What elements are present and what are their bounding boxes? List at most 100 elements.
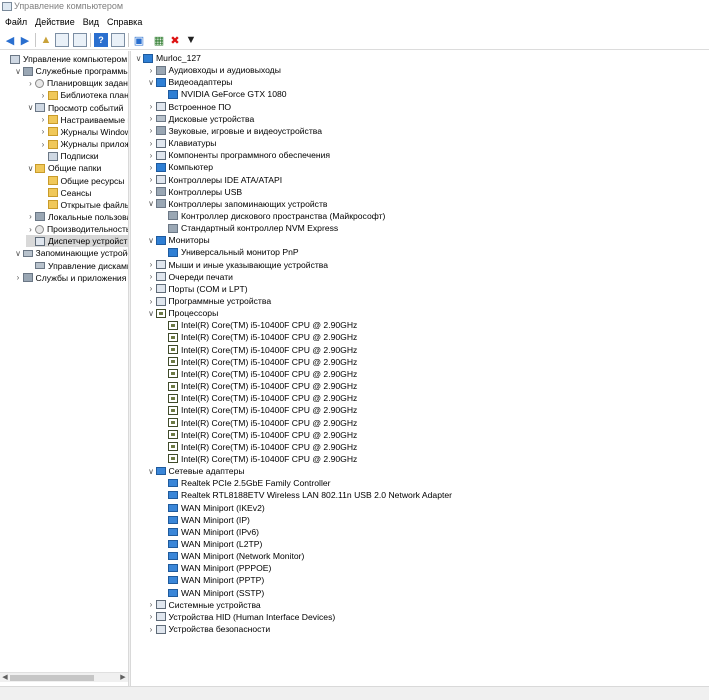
device-tree-item-row[interactable]: Intel(R) Core(TM) i5-10400F CPU @ 2.90GH… — [159, 429, 357, 441]
collapse-chevron-icon[interactable]: ∨ — [26, 162, 35, 174]
monitor-icon[interactable]: ▣ — [132, 33, 146, 47]
console-tree-item-row[interactable]: › Журналы Windows — [39, 126, 128, 138]
collapse-chevron-icon[interactable]: ∨ — [26, 102, 35, 114]
device-tree-item-row[interactable]: WAN Miniport (PPPOE) — [159, 562, 271, 574]
console-tree-item-row[interactable]: › Журналы приложе — [39, 138, 128, 150]
scroll-left-icon[interactable]: ◀ — [1, 673, 9, 683]
show-hide-icon[interactable] — [111, 33, 125, 47]
collapse-chevron-icon[interactable]: ∨ — [147, 198, 156, 210]
device-tree-item-row[interactable]: › Мыши и иные указывающие устройства — [147, 259, 328, 271]
console-tree-item-row[interactable]: ∨ Общие папки — [26, 162, 102, 174]
device-tree-item-row[interactable]: › Встроенное ПО — [147, 101, 231, 113]
console-tree-icon[interactable] — [55, 33, 69, 47]
console-tree-item-row[interactable]: Управление дисками — [26, 260, 128, 272]
expand-chevron-icon[interactable]: › — [147, 101, 156, 113]
collapse-chevron-icon[interactable]: ∨ — [147, 465, 156, 477]
device-tree-item-row[interactable]: Intel(R) Core(TM) i5-10400F CPU @ 2.90GH… — [159, 380, 357, 392]
collapse-chevron-icon[interactable]: ∨ — [14, 247, 23, 259]
device-tree-item-row[interactable]: › Контроллеры USB — [147, 186, 243, 198]
device-tree-item-row[interactable]: Intel(R) Core(TM) i5-10400F CPU @ 2.90GH… — [159, 356, 357, 368]
expand-chevron-icon[interactable]: › — [39, 126, 48, 138]
console-tree-item-row[interactable]: Управление компьютером (л — [1, 53, 128, 65]
console-tree-item-row[interactable]: › Планировщик заданий — [26, 77, 128, 89]
console-tree-item-row[interactable]: › Службы и приложения — [14, 272, 127, 284]
device-tree-item-row[interactable]: ∨ Murloc_127 — [134, 52, 201, 64]
expand-chevron-icon[interactable]: › — [147, 611, 156, 623]
expand-chevron-icon[interactable]: › — [39, 89, 48, 101]
device-tree-item-row[interactable]: Стандартный контроллер NVM Express — [159, 222, 338, 234]
device-tree-item-row[interactable]: Intel(R) Core(TM) i5-10400F CPU @ 2.90GH… — [159, 331, 357, 343]
device-tree-item-row[interactable]: › Звуковые, игровые и видеоустройства — [147, 125, 322, 137]
device-tree-item-row[interactable]: NVIDIA GeForce GTX 1080 — [159, 88, 287, 100]
console-tree-item-row[interactable]: › Локальные пользовате — [26, 211, 128, 223]
device-tree-item-row[interactable]: › Компоненты программного обеспечения — [147, 149, 330, 161]
collapse-chevron-icon[interactable]: ∨ — [14, 65, 23, 77]
expand-chevron-icon[interactable]: › — [147, 599, 156, 611]
console-tree-item-row[interactable]: Диспетчер устройств — [26, 235, 128, 248]
collapse-chevron-icon[interactable]: ∨ — [147, 234, 156, 246]
device-tree-item-row[interactable]: › Контроллеры IDE ATA/ATAPI — [147, 174, 282, 186]
device-tree-item-row[interactable]: › Системные устройства — [147, 599, 261, 611]
expand-chevron-icon[interactable]: › — [147, 259, 156, 271]
update-driver-icon[interactable]: ▦ — [152, 33, 166, 47]
device-tree-item-row[interactable]: WAN Miniport (IKEv2) — [159, 502, 265, 514]
console-tree-item-row[interactable]: › Библиотека планир — [39, 89, 128, 101]
expand-chevron-icon[interactable]: › — [147, 174, 156, 186]
properties-icon[interactable] — [73, 33, 87, 47]
device-tree-item-row[interactable]: › Очереди печати — [147, 271, 233, 283]
expand-chevron-icon[interactable]: › — [147, 295, 156, 307]
expand-chevron-icon[interactable]: › — [147, 271, 156, 283]
device-tree-item-row[interactable]: WAN Miniport (SSTP) — [159, 587, 264, 599]
device-tree-item-row[interactable]: Intel(R) Core(TM) i5-10400F CPU @ 2.90GH… — [159, 368, 357, 380]
expand-chevron-icon[interactable]: › — [26, 211, 35, 223]
device-tree-item-row[interactable]: › Клавиатуры — [147, 137, 217, 149]
expand-chevron-icon[interactable]: › — [147, 137, 156, 149]
console-tree-item-row[interactable]: › Производительность — [26, 223, 128, 235]
device-tree-item-row[interactable]: ∨ Контроллеры запоминающих устройств — [147, 198, 327, 210]
device-tree-item-row[interactable]: WAN Miniport (PPTP) — [159, 574, 264, 586]
device-tree-item-row[interactable]: Realtek RTL8188ETV Wireless LAN 802.11n … — [159, 489, 452, 501]
scroll-thumb[interactable] — [10, 675, 94, 681]
device-tree-item-row[interactable]: Контроллер дискового пространства (Майкр… — [159, 210, 385, 222]
device-tree-item-row[interactable]: Intel(R) Core(TM) i5-10400F CPU @ 2.90GH… — [159, 319, 357, 331]
menu-file[interactable]: Файл — [0, 17, 31, 27]
device-tree-item-row[interactable]: WAN Miniport (IP) — [159, 514, 250, 526]
expand-chevron-icon[interactable]: › — [147, 161, 156, 173]
expand-chevron-icon[interactable]: › — [14, 272, 23, 284]
console-tree-item-row[interactable]: Подписки — [39, 150, 99, 162]
collapse-chevron-icon[interactable]: ∨ — [147, 76, 156, 88]
device-tree-item-row[interactable]: WAN Miniport (L2TP) — [159, 538, 262, 550]
device-tree-item-row[interactable]: Intel(R) Core(TM) i5-10400F CPU @ 2.90GH… — [159, 453, 357, 465]
expand-chevron-icon[interactable]: › — [26, 223, 35, 235]
disable-icon[interactable]: ▼ — [184, 33, 198, 47]
expand-chevron-icon[interactable]: › — [39, 114, 48, 126]
device-tree-item-row[interactable]: › Компьютер — [147, 161, 213, 173]
device-tree-item-row[interactable]: Универсальный монитор PnP — [159, 246, 299, 258]
device-tree-item-row[interactable]: › Дисковые устройства — [147, 113, 255, 125]
collapse-chevron-icon[interactable]: ∨ — [147, 307, 156, 319]
console-tree-item-row[interactable]: › Настраиваемые пр — [39, 114, 128, 126]
console-tree-item-row[interactable]: ∨ Запоминающие устройст — [14, 247, 128, 259]
console-tree-item-row[interactable]: ∨ Служебные программы — [14, 65, 128, 77]
forward-icon[interactable]: ▶ — [18, 33, 32, 47]
help-icon[interactable]: ? — [94, 33, 108, 47]
expand-chevron-icon[interactable]: › — [26, 77, 35, 89]
expand-chevron-icon[interactable]: › — [147, 125, 156, 137]
device-tree-item-row[interactable]: ∨ Сетевые адаптеры — [147, 465, 244, 477]
device-tree-item-row[interactable]: WAN Miniport (IPv6) — [159, 526, 259, 538]
device-tree-item-row[interactable]: Intel(R) Core(TM) i5-10400F CPU @ 2.90GH… — [159, 441, 357, 453]
console-tree-item-row[interactable]: Сеансы — [39, 187, 92, 199]
left-horizontal-scrollbar[interactable]: ◀ ▶ — [0, 672, 128, 682]
device-tree-item-row[interactable]: Intel(R) Core(TM) i5-10400F CPU @ 2.90GH… — [159, 417, 357, 429]
uninstall-icon[interactable]: ✖ — [168, 33, 182, 47]
device-tree-item-row[interactable]: › Программные устройства — [147, 295, 271, 307]
device-tree-item-row[interactable]: ∨ Видеоадаптеры — [147, 76, 232, 88]
collapse-chevron-icon[interactable]: ∨ — [134, 52, 143, 64]
expand-chevron-icon[interactable]: › — [147, 64, 156, 76]
expand-chevron-icon[interactable]: › — [39, 138, 48, 150]
expand-chevron-icon[interactable]: › — [147, 113, 156, 125]
expand-chevron-icon[interactable]: › — [147, 186, 156, 198]
expand-chevron-icon[interactable]: › — [147, 149, 156, 161]
device-tree-item-row[interactable]: › Устройства безопасности — [147, 623, 271, 635]
menu-action[interactable]: Действие — [31, 17, 79, 27]
